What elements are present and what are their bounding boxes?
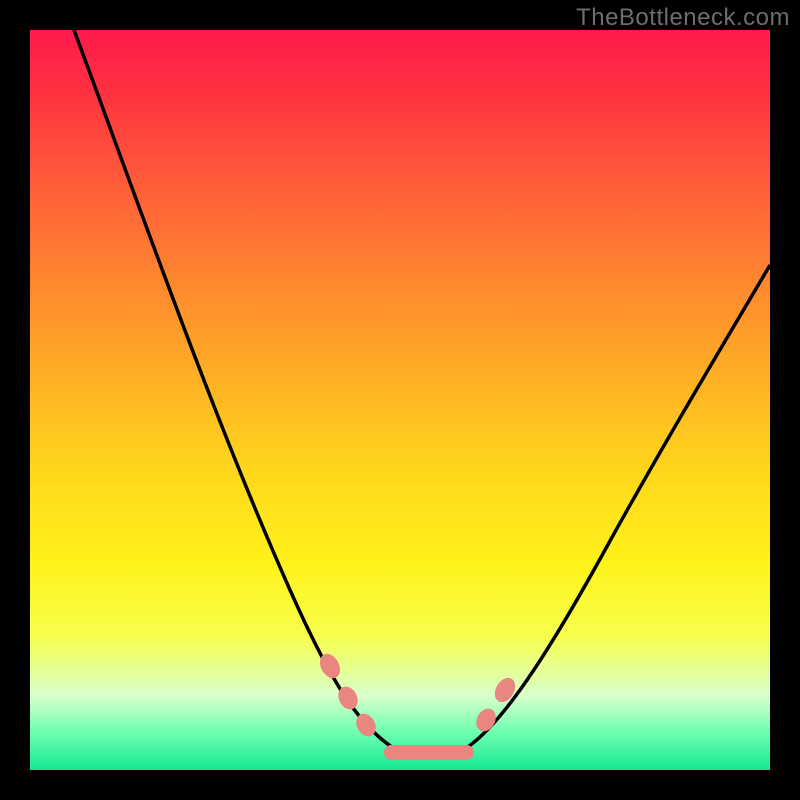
chart-gradient-area (30, 30, 770, 770)
chart-svg (30, 30, 770, 770)
trough-band (384, 745, 474, 760)
curve-left (74, 30, 400, 752)
watermark-text: TheBottleneck.com (576, 4, 790, 32)
chart-frame: TheBottleneck.com (0, 0, 800, 800)
marker-right-dot-upper (491, 674, 520, 706)
